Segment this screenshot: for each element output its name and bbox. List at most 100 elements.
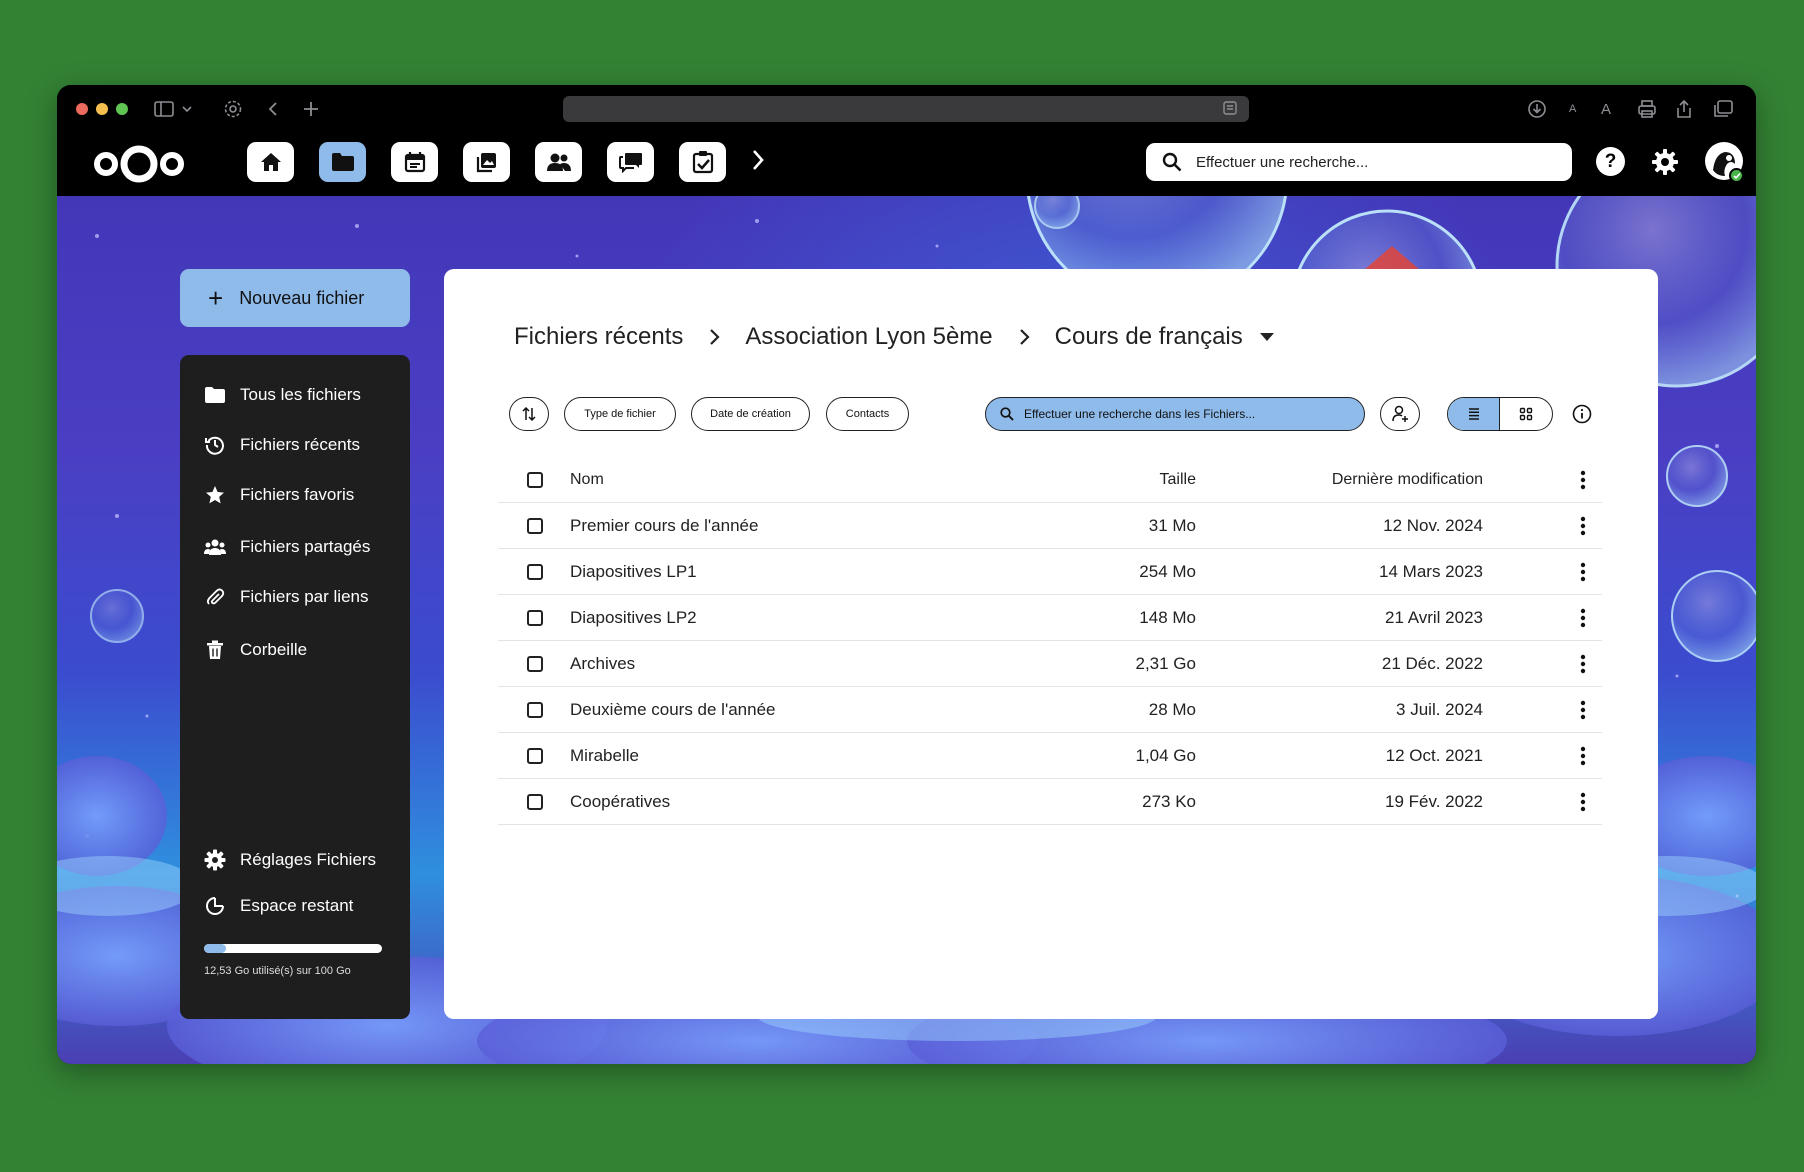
files-settings-link[interactable]: Réglages Fichiers [204,846,376,874]
file-name[interactable]: Diapositives LP1 [570,549,697,595]
table-row[interactable]: Premier cours de l'année 31 Mo 12 Nov. 202… [498,503,1602,549]
breadcrumb-item-association[interactable]: Association Lyon 5ème [745,323,992,351]
sidebar-item-recent-files[interactable]: Fichiers récents [204,431,360,459]
file-name[interactable]: Premier cours de l'année [570,503,758,549]
row-actions-icon[interactable] [1580,595,1586,641]
file-name[interactable]: Mirabelle [570,733,639,779]
browser-window: A A Effectuer une recherche... ? + Nouve… [57,85,1756,1064]
sort-icon [522,406,536,422]
row-checkbox[interactable] [527,595,543,641]
pie-chart-icon [204,896,226,916]
filter-created-date[interactable]: Date de création [691,397,810,431]
settings-button[interactable] [1650,147,1679,176]
file-name[interactable]: Diapositives LP2 [570,595,697,641]
app-header: Effectuer une recherche... ? [57,133,1756,196]
app-tasks-button[interactable] [679,142,726,182]
new-file-button[interactable]: + Nouveau fichier [180,269,410,327]
sidebar-item-links[interactable]: Fichiers par liens [204,583,369,611]
files-settings-label: Réglages Fichiers [240,850,377,869]
breadcrumb-item-recent[interactable]: Fichiers récents [514,323,683,351]
share-icon[interactable] [1675,98,1693,120]
help-label: ? [1604,150,1617,172]
row-actions-icon[interactable] [1580,733,1586,779]
settings-icon[interactable] [223,98,243,120]
sidebar-item-label: Fichiers favoris [240,485,355,504]
filter-file-type[interactable]: Type de fichier [564,397,676,431]
share-folder-button[interactable] [1380,397,1420,431]
sidebar-item-trash[interactable]: Corbeille [204,636,307,664]
caret-down-icon[interactable] [1259,332,1275,342]
star-icon [204,485,226,505]
app-home-button[interactable] [247,142,294,182]
row-actions-icon[interactable] [1580,687,1586,733]
row-checkbox[interactable] [527,733,543,779]
minimize-window-button[interactable] [96,103,108,115]
table-row[interactable]: Mirabelle 1,04 Go 12 Oct. 2021 [498,733,1602,779]
storage-space-item[interactable]: Espace restant [204,892,353,920]
nextcloud-logo[interactable] [93,141,185,192]
reader-icon[interactable] [1223,101,1237,120]
more-apps-icon[interactable] [750,148,766,177]
column-header-name[interactable]: Nom [570,457,604,503]
table-row[interactable]: Diapositives LP2 148 Mo 21 Avril 2023 [498,595,1602,641]
row-checkbox[interactable] [527,503,543,549]
list-view-button[interactable] [1448,398,1500,430]
address-bar[interactable] [563,96,1249,122]
row-actions-icon[interactable] [1580,549,1586,595]
row-checkbox[interactable] [527,687,543,733]
column-header-size[interactable]: Taille [1160,457,1196,503]
sidebar-toggle-icon[interactable] [154,98,174,120]
new-tab-icon[interactable] [303,98,319,120]
history-icon [204,435,226,455]
row-checkbox[interactable] [527,641,543,687]
info-icon[interactable] [1572,404,1592,429]
global-search-input[interactable]: Effectuer une recherche... [1146,143,1572,181]
row-actions-icon[interactable] [1580,503,1586,549]
app-talk-button[interactable] [607,142,654,182]
app-files-button[interactable] [319,142,366,182]
files-search-input[interactable]: Effectuer une recherche dans les Fichier… [985,397,1365,431]
text-smaller-icon[interactable]: A [1569,98,1576,120]
zoom-window-button[interactable] [116,103,128,115]
filter-contacts[interactable]: Contacts [826,397,909,431]
download-icon[interactable] [1527,98,1547,120]
sidebar-item-all-files[interactable]: Tous les fichiers [204,381,361,409]
row-actions-icon[interactable] [1580,779,1586,825]
grid-icon [1519,407,1533,421]
app-photos-button[interactable] [463,142,510,182]
file-name[interactable]: Archives [570,641,635,687]
table-row[interactable]: Deuxième cours de l'année 28 Mo 3 Juil. 20… [498,687,1602,733]
file-size: 31 Mo [1148,516,1196,535]
folder-icon [331,153,354,171]
trash-icon [204,640,226,660]
sidebar-item-label: Fichiers par liens [240,587,369,606]
select-all-checkbox[interactable] [527,457,543,503]
breadcrumb-item-current[interactable]: Cours de français [1055,323,1243,351]
table-row[interactable]: Coopératives 273 Ko 19 Fév. 2022 [498,779,1602,825]
column-options-icon[interactable] [1580,457,1586,503]
print-icon[interactable] [1637,98,1657,120]
sort-toggle-button[interactable] [509,397,549,431]
table-row[interactable]: Archives 2,31 Go 21 Déc. 2022 [498,641,1602,687]
tabs-overview-icon[interactable] [1713,98,1733,120]
app-calendar-button[interactable] [391,142,438,182]
close-window-button[interactable] [76,103,88,115]
back-icon[interactable] [267,98,279,120]
text-larger-icon[interactable]: A [1601,98,1611,120]
tasks-icon [692,151,713,174]
file-name[interactable]: Coopératives [570,779,670,825]
help-button[interactable]: ? [1596,147,1625,176]
sidebar-item-shared[interactable]: Fichiers partagés [204,533,370,561]
table-row[interactable]: Diapositives LP1 254 Mo 14 Mars 2023 [498,549,1602,595]
file-name[interactable]: Deuxième cours de l'année [570,687,775,733]
chevron-down-icon[interactable] [182,98,192,120]
row-checkbox[interactable] [527,779,543,825]
row-checkbox[interactable] [527,549,543,595]
app-contacts-button[interactable] [535,142,582,182]
sidebar-item-favorites[interactable]: Fichiers favoris [204,481,354,509]
grid-view-button[interactable] [1500,398,1552,430]
file-modified-date: 12 Oct. 2021 [1385,746,1483,765]
filter-created-date-label: Date de création [710,408,791,420]
row-actions-icon[interactable] [1580,641,1586,687]
column-header-modified[interactable]: Dernière modification [1332,457,1483,503]
